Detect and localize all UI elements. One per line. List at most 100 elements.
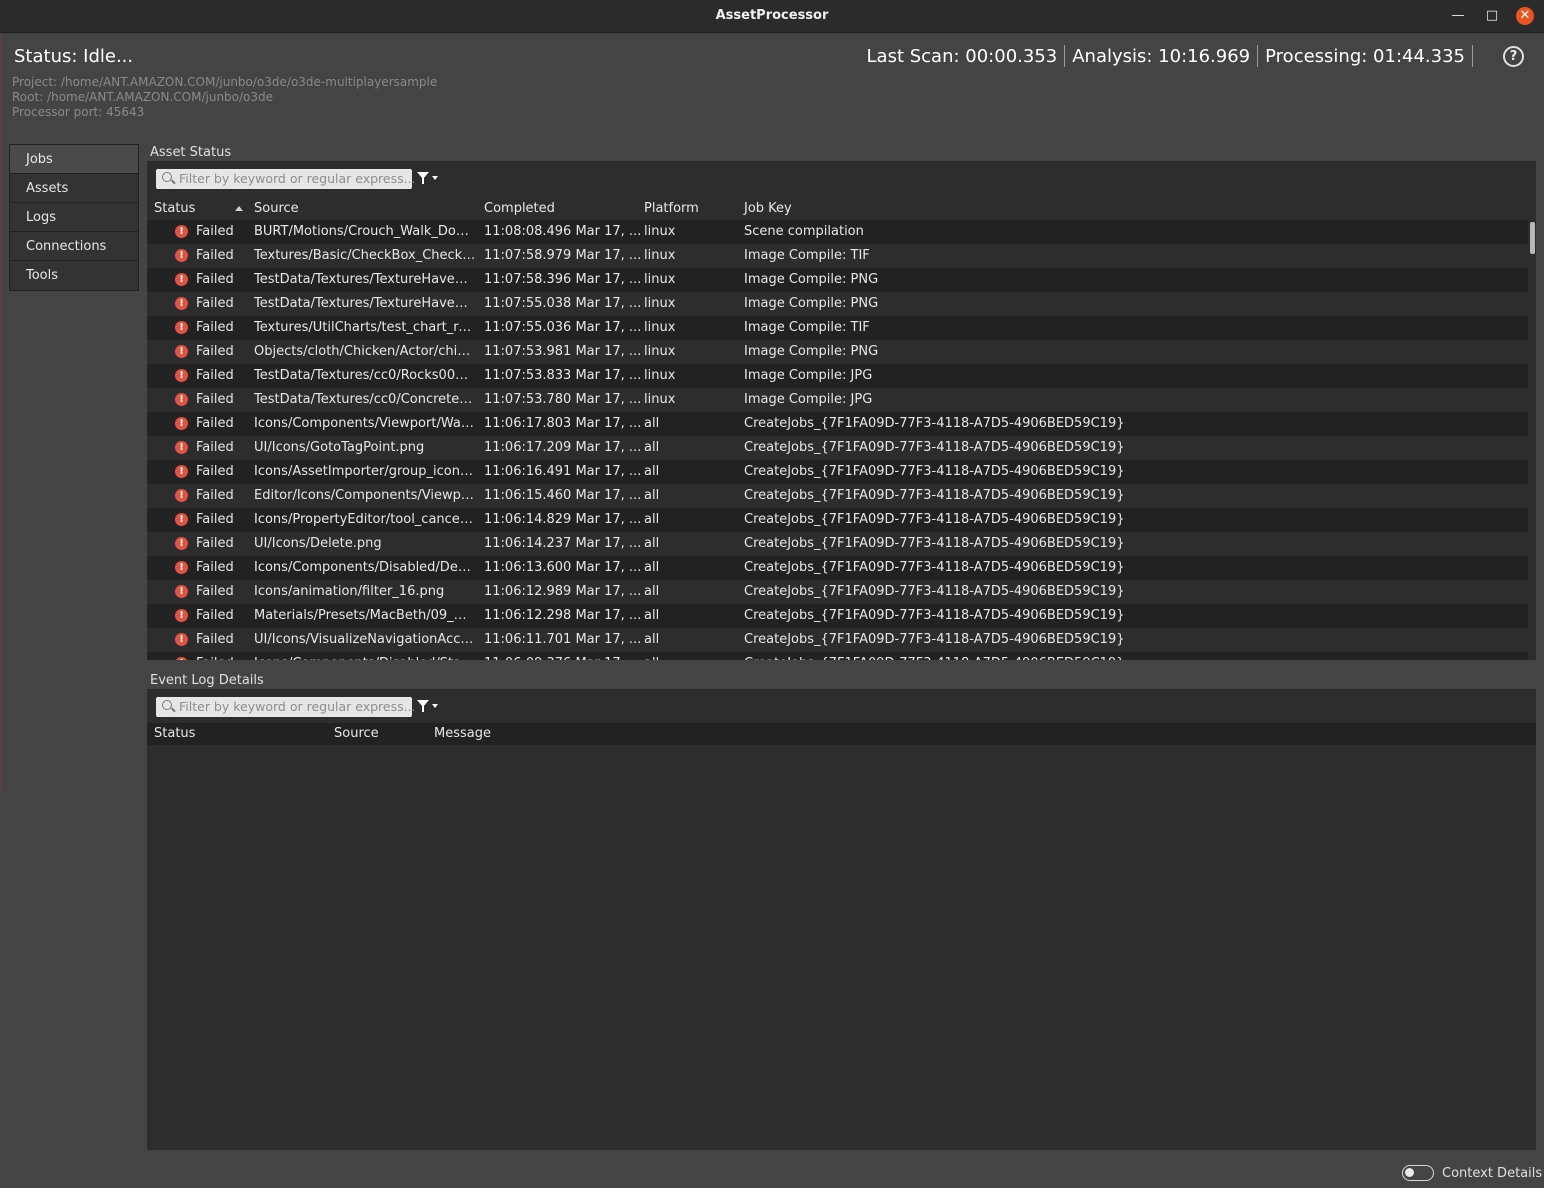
column-header-message[interactable]: Message bbox=[434, 726, 491, 741]
row-source: Textures/Basic/CheckBox_Check.tif bbox=[254, 248, 476, 263]
scrollbar-thumb[interactable] bbox=[1530, 222, 1535, 254]
table-row[interactable]: ! Failed Textures/UtilCharts/test_chart_ro… bbox=[147, 316, 1528, 340]
table-row[interactable]: ! Failed UI/Icons/VisualizeNavigationAcces… bbox=[147, 628, 1528, 652]
error-icon: ! bbox=[175, 225, 188, 238]
row-completed: 11:07:58.396 Mar 17, ... bbox=[484, 272, 642, 287]
row-job-key: CreateJobs_{7F1FA09D-77F3-4118-A7D5-4906… bbox=[744, 608, 1125, 623]
row-job-key: Image Compile: TIF bbox=[744, 248, 870, 263]
error-icon: ! bbox=[175, 657, 188, 660]
processor-port: Processor port: 45643 bbox=[12, 105, 145, 119]
error-icon: ! bbox=[175, 369, 188, 382]
event-filter-input[interactable]: Filter by keyword or regular express... bbox=[156, 697, 416, 717]
table-row[interactable]: ! Failed TestData/Textures/TextureHaven/4.… bbox=[147, 292, 1528, 316]
minimize-button[interactable]: — bbox=[1449, 7, 1467, 25]
column-header-source[interactable]: Source bbox=[334, 726, 379, 741]
row-job-key: Image Compile: JPG bbox=[744, 392, 873, 407]
sidebar-item-tools[interactable]: Tools bbox=[10, 261, 138, 290]
row-source: Icons/AssetImporter/group_icon.png bbox=[254, 464, 476, 479]
table-row[interactable]: ! Failed TestData/Textures/cc0/Rocks002_1.… bbox=[147, 364, 1528, 388]
table-row[interactable]: ! Failed Materials/Presets/MacBeth/09_mo..… bbox=[147, 604, 1528, 628]
row-platform: all bbox=[644, 584, 660, 599]
row-platform: linux bbox=[644, 296, 676, 311]
table-row[interactable]: ! Failed Icons/PropertyEditor/tool_cancel_… bbox=[147, 508, 1528, 532]
row-platform: all bbox=[644, 512, 660, 527]
row-source: Icons/Components/Disabled/Static... bbox=[254, 656, 476, 660]
row-platform: all bbox=[644, 416, 660, 431]
column-header-status[interactable]: Status bbox=[154, 201, 195, 216]
timings-bar: Last Scan: 00:00.353 Analysis: 10:16.969… bbox=[867, 45, 1480, 67]
table-row[interactable]: ! Failed Icons/Components/Disabled/Decal..… bbox=[147, 556, 1528, 580]
table-row[interactable]: ! Failed Icons/Components/Disabled/Static.… bbox=[147, 652, 1528, 660]
search-icon bbox=[162, 700, 172, 710]
column-header-completed[interactable]: Completed bbox=[484, 201, 555, 216]
row-platform: all bbox=[644, 536, 660, 551]
event-filter-button[interactable] bbox=[415, 698, 441, 716]
error-icon: ! bbox=[175, 537, 188, 550]
timing-separator bbox=[1064, 45, 1066, 67]
sidebar-item-jobs[interactable]: Jobs bbox=[10, 145, 138, 174]
error-icon: ! bbox=[175, 249, 188, 262]
close-button[interactable]: ✕ bbox=[1516, 7, 1534, 25]
row-job-key: CreateJobs_{7F1FA09D-77F3-4118-A7D5-4906… bbox=[744, 656, 1125, 660]
row-completed: 11:06:11.701 Mar 17, ... bbox=[484, 632, 642, 647]
row-status: Failed bbox=[196, 344, 234, 359]
table-row[interactable]: ! Failed UI/Icons/GotoTagPoint.png 11:06:17… bbox=[147, 436, 1528, 460]
row-completed: 11:06:13.600 Mar 17, ... bbox=[484, 560, 642, 575]
maximize-button[interactable]: □ bbox=[1483, 7, 1501, 25]
table-row[interactable]: ! Failed BURT/Motions/Crouch_Walk_Down....… bbox=[147, 220, 1528, 244]
row-job-key: Image Compile: JPG bbox=[744, 368, 873, 383]
row-status: Failed bbox=[196, 248, 234, 263]
sidebar-item-assets[interactable]: Assets bbox=[10, 174, 138, 203]
window-edge bbox=[0, 34, 1, 794]
column-header-platform[interactable]: Platform bbox=[644, 201, 699, 216]
row-job-key: CreateJobs_{7F1FA09D-77F3-4118-A7D5-4906… bbox=[744, 632, 1125, 647]
row-completed: 11:07:55.036 Mar 17, ... bbox=[484, 320, 642, 335]
sidebar: Jobs Assets Logs Connections Tools bbox=[9, 144, 139, 291]
sidebar-item-logs[interactable]: Logs bbox=[10, 203, 138, 232]
table-row[interactable]: ! Failed Editor/Icons/Components/Viewport.… bbox=[147, 484, 1528, 508]
table-row[interactable]: ! Failed TestData/Textures/TextureHaven/4.… bbox=[147, 268, 1528, 292]
row-completed: 11:06:15.460 Mar 17, ... bbox=[484, 488, 642, 503]
row-job-key: CreateJobs_{7F1FA09D-77F3-4118-A7D5-4906… bbox=[744, 536, 1125, 551]
event-filter-row: Filter by keyword or regular express... bbox=[147, 689, 1536, 726]
table-row[interactable]: ! Failed Icons/Components/Viewport/Water..… bbox=[147, 412, 1528, 436]
asset-filter-input[interactable]: Filter by keyword or regular express... bbox=[156, 169, 416, 189]
table-row[interactable]: ! Failed Objects/cloth/Chicken/Actor/chick… bbox=[147, 340, 1528, 364]
row-completed: 11:07:53.780 Mar 17, ... bbox=[484, 392, 642, 407]
column-header-source[interactable]: Source bbox=[254, 201, 299, 216]
error-icon: ! bbox=[175, 297, 188, 310]
row-job-key: CreateJobs_{7F1FA09D-77F3-4118-A7D5-4906… bbox=[744, 464, 1125, 479]
table-row[interactable]: ! Failed Textures/Basic/CheckBox_Check.tif… bbox=[147, 244, 1528, 268]
analysis-time: Analysis: 10:16.969 bbox=[1072, 45, 1251, 67]
asset-status-label: Asset Status bbox=[150, 145, 232, 160]
row-platform: linux bbox=[644, 392, 676, 407]
row-platform: all bbox=[644, 440, 660, 455]
table-row[interactable]: ! Failed UI/Icons/Delete.png 11:06:14.237 M… bbox=[147, 532, 1528, 556]
row-completed: 11:06:12.298 Mar 17, ... bbox=[484, 608, 642, 623]
row-source: Icons/Components/Disabled/Decal... bbox=[254, 560, 476, 575]
asset-table-scrollbar[interactable] bbox=[1529, 220, 1536, 660]
table-row[interactable]: ! Failed Icons/AssetImporter/group_icon.pn… bbox=[147, 460, 1528, 484]
row-status: Failed bbox=[196, 656, 234, 660]
table-row[interactable]: ! Failed TestData/Textures/cc0/Concrete01.… bbox=[147, 388, 1528, 412]
column-header-job-key[interactable]: Job Key bbox=[744, 201, 792, 216]
context-details-toggle[interactable] bbox=[1402, 1165, 1434, 1181]
row-job-key: Image Compile: PNG bbox=[744, 272, 879, 287]
row-job-key: CreateJobs_{7F1FA09D-77F3-4118-A7D5-4906… bbox=[744, 440, 1125, 455]
column-header-status[interactable]: Status bbox=[154, 726, 195, 741]
row-source: TestData/Textures/cc0/Rocks002_1... bbox=[254, 368, 476, 383]
asset-filter-button[interactable] bbox=[415, 170, 441, 188]
row-completed: 11:07:53.981 Mar 17, ... bbox=[484, 344, 642, 359]
row-platform: linux bbox=[644, 272, 676, 287]
error-icon: ! bbox=[175, 513, 188, 526]
row-status: Failed bbox=[196, 560, 234, 575]
row-platform: all bbox=[644, 560, 660, 575]
table-row[interactable]: ! Failed Icons/animation/filter_16.png 11:0… bbox=[147, 580, 1528, 604]
asset-status-panel: Filter by keyword or regular express... … bbox=[147, 161, 1536, 660]
sidebar-item-connections[interactable]: Connections bbox=[10, 232, 138, 261]
help-icon[interactable]: ? bbox=[1503, 46, 1524, 67]
timing-separator bbox=[1257, 45, 1259, 67]
row-status: Failed bbox=[196, 464, 234, 479]
row-status: Failed bbox=[196, 584, 234, 599]
root-path: Root: /home/ANT.AMAZON.COM/junbo/o3de bbox=[12, 90, 274, 104]
